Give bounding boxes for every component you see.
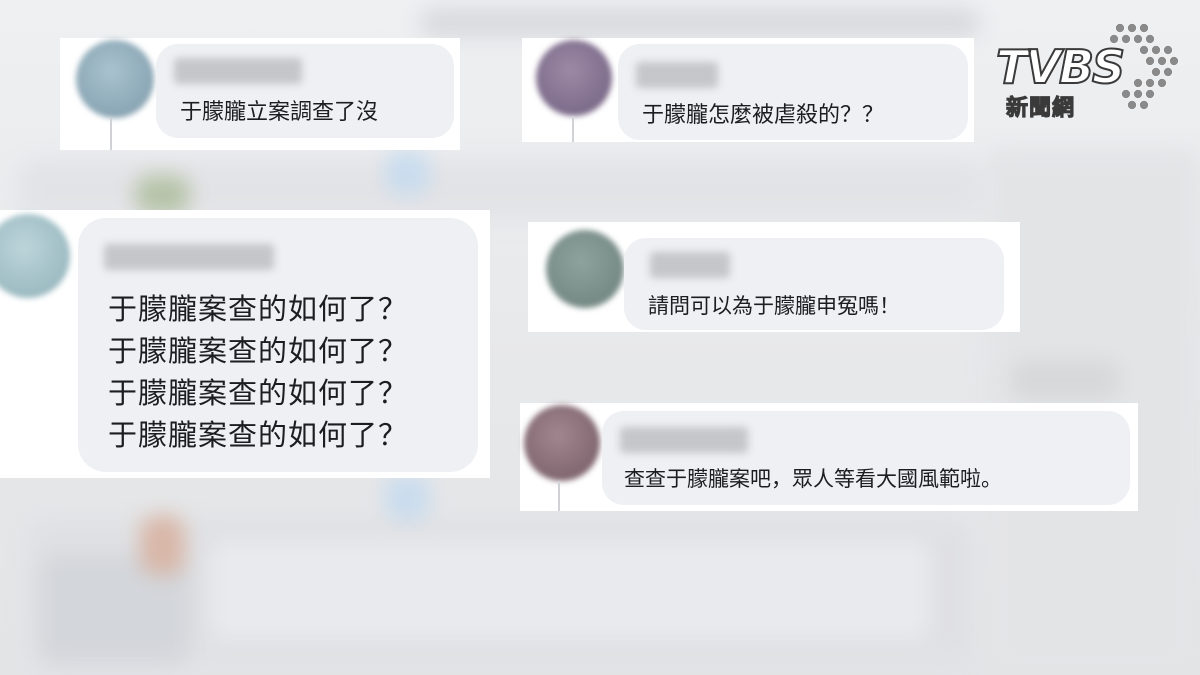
author-name-redacted bbox=[104, 244, 274, 270]
comment-text-line: 于朦朧案查的如何了？ bbox=[108, 418, 409, 452]
avatar bbox=[0, 214, 70, 298]
comment-bubble: 于朦朧怎麼被虐殺的？？ bbox=[618, 44, 968, 140]
avatar bbox=[524, 405, 600, 481]
comment-text: 于朦朧立案調查了沒 bbox=[180, 100, 379, 125]
avatar bbox=[536, 40, 612, 116]
comment-bubble: 于朦朧立案調查了沒 bbox=[156, 44, 454, 138]
comment-text-line: 于朦朧案查的如何了？ bbox=[108, 376, 409, 410]
comment-text-line: 于朦朧案查的如何了？ bbox=[108, 292, 409, 326]
comment-card: 于朦朧立案調查了沒 bbox=[60, 38, 460, 150]
comment-text: 請問可以為于朦朧申冤嗎！ bbox=[648, 294, 900, 318]
thread-line bbox=[110, 118, 112, 150]
comment-bubble: 請問可以為于朦朧申冤嗎！ bbox=[624, 238, 1004, 330]
avatar bbox=[76, 40, 154, 118]
comment-text: 查查于朦朧案吧，眾人等看大國風範啦。 bbox=[624, 467, 1002, 491]
author-name-redacted bbox=[174, 58, 302, 84]
logo-subtitle: 新聞網 bbox=[1005, 96, 1076, 122]
comment-text: 于朦朧怎麼被虐殺的？？ bbox=[642, 103, 885, 128]
comment-card: 于朦朧怎麼被虐殺的？？ bbox=[522, 38, 974, 142]
news-screenshot-frame: 于朦朧立案調查了沒 于朦朧怎麼被虐殺的？？ 于朦朧案查的如何了？ 于朦朧案查的如… bbox=[0, 0, 1200, 675]
comment-bubble: 查查于朦朧案吧，眾人等看大國風範啦。 bbox=[602, 411, 1130, 505]
comment-bubble: 于朦朧案查的如何了？ 于朦朧案查的如何了？ 于朦朧案查的如何了？ 于朦朧案查的如… bbox=[78, 218, 478, 472]
comment-card: 請問可以為于朦朧申冤嗎！ bbox=[528, 222, 1020, 332]
comment-card: 查查于朦朧案吧，眾人等看大國風範啦。 bbox=[520, 403, 1138, 511]
logo-wordmark: TVBS bbox=[995, 39, 1126, 95]
comment-card: 于朦朧案查的如何了？ 于朦朧案查的如何了？ 于朦朧案查的如何了？ 于朦朧案查的如… bbox=[0, 210, 490, 478]
thread-line bbox=[572, 116, 574, 142]
avatar bbox=[546, 230, 624, 308]
tvbs-logo: TVBS 新聞網 bbox=[992, 22, 1182, 122]
author-name-redacted bbox=[650, 252, 730, 278]
author-name-redacted bbox=[636, 62, 718, 88]
comment-text-line: 于朦朧案查的如何了？ bbox=[108, 334, 409, 368]
author-name-redacted bbox=[620, 427, 748, 453]
thread-line bbox=[558, 481, 560, 511]
